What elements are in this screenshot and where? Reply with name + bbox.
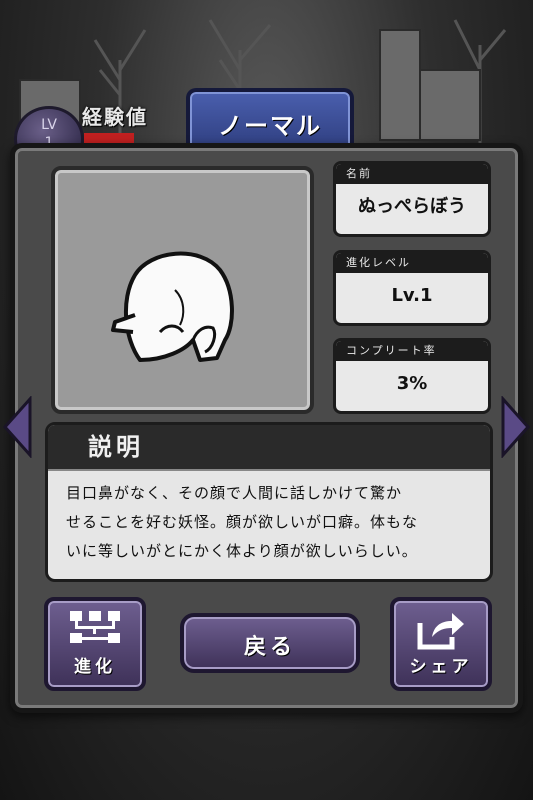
- exp-bar: [84, 133, 134, 143]
- back-button-label: 戻る: [243, 635, 296, 660]
- description-line: いに等しいがとにかく体より顔が欲しいらしい。: [66, 542, 418, 560]
- evolution-level-value: Lv.1: [391, 285, 433, 306]
- description-heading: 説明: [48, 425, 490, 471]
- description-box: 説明 目口鼻がなく、その顔で人間に話しかけて驚か せることを好む妖怪。顔が欲しい…: [45, 422, 493, 582]
- share-arrow-icon: [417, 613, 464, 650]
- completion-rate-label: コンプリート率: [336, 341, 488, 361]
- name-box: 名前 ぬっぺらぼう: [333, 161, 491, 237]
- share-button-label: シェア: [409, 657, 473, 677]
- evolution-tree-icon: [70, 611, 120, 643]
- back-button[interactable]: 戻る: [180, 613, 360, 673]
- arrow-right-icon[interactable]: [501, 396, 531, 458]
- nuppeppo-illustration: [111, 251, 234, 362]
- description-line: せることを好む妖怪。顔が欲しいが口癖。体もな: [66, 513, 419, 531]
- completion-rate-value: 3%: [396, 373, 428, 394]
- evolution-level-box: 進化レベル Lv.1: [333, 250, 491, 326]
- name-label: 名前: [336, 164, 488, 184]
- arrow-left-icon[interactable]: [2, 396, 32, 458]
- evolution-level-label: 進化レベル: [336, 253, 488, 273]
- yokai-portrait: [51, 166, 314, 414]
- share-button[interactable]: シェア: [390, 597, 492, 691]
- rarity-label: ノーマル: [218, 112, 322, 140]
- description-line: 目口鼻がなく、その顔で人間に話しかけて驚か: [66, 484, 403, 502]
- evolve-button-label: 進化: [74, 657, 116, 677]
- description-text: 目口鼻がなく、その顔で人間に話しかけて驚か せることを好む妖怪。顔が欲しいが口癖…: [48, 471, 490, 566]
- completion-rate-box: コンプリート率 3%: [333, 338, 491, 414]
- evolve-button[interactable]: 進化: [44, 597, 146, 691]
- name-value: ぬっぺらぼう: [358, 196, 466, 217]
- level-label: LV: [41, 117, 57, 133]
- exp-label: 経験値: [82, 105, 148, 129]
